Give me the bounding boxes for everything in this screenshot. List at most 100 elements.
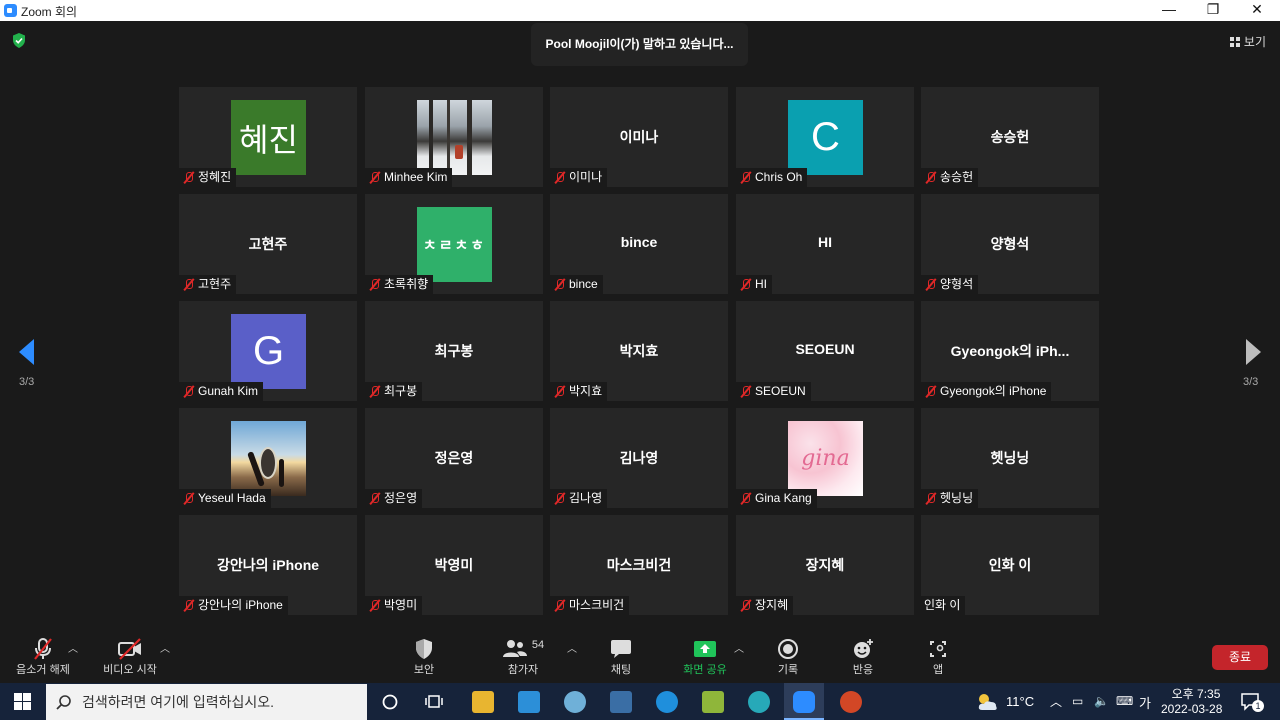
- security-button[interactable]: 보안: [404, 637, 444, 677]
- participant-name-label: 김나영: [550, 489, 608, 508]
- view-button[interactable]: 보기: [1229, 33, 1266, 50]
- participant-tile[interactable]: 마스크비건 마스크비건: [550, 515, 728, 615]
- apps-button[interactable]: 앱: [924, 637, 952, 677]
- edge-browser-icon[interactable]: [748, 691, 770, 713]
- participant-name: Gina Kang: [755, 491, 812, 505]
- windows-start-icon[interactable]: [14, 693, 31, 710]
- participant-tile[interactable]: HI HI: [736, 194, 914, 294]
- muted-mic-icon: [368, 492, 381, 505]
- participant-name-label: 강안나의 iPhone: [179, 596, 288, 615]
- video-options-caret[interactable]: ︿: [160, 640, 170, 655]
- participant-tile[interactable]: bince bince: [550, 194, 728, 294]
- tray-chevron-icon[interactable]: ︿: [1050, 693, 1062, 710]
- muted-mic-icon: [924, 492, 937, 505]
- participant-tile[interactable]: gina Gina Kang: [736, 408, 914, 508]
- ime-mode-icon[interactable]: ⌨: [1116, 694, 1133, 708]
- participant-tile[interactable]: ㅊㄹㅊㅎ 초록취향: [365, 194, 543, 294]
- chat-button[interactable]: 채팅: [602, 637, 640, 677]
- unmute-button[interactable]: 음소거 해제: [12, 637, 74, 677]
- participant-name-label: 양형석: [921, 275, 979, 294]
- participant-tile[interactable]: 송승헌 송승헌: [921, 87, 1099, 187]
- participant-tile[interactable]: G Gunah Kim: [179, 301, 357, 401]
- participant-display-name: 박지효: [619, 343, 659, 359]
- muted-mic-icon: [739, 492, 752, 505]
- zoom-taskbar-button[interactable]: [784, 683, 824, 720]
- search-placeholder: 검색하려면 여기에 입력하십시오.: [82, 694, 274, 710]
- file-explorer-icon[interactable]: [472, 691, 494, 713]
- restore-button[interactable]: ❐: [1190, 0, 1236, 21]
- participant-display-name: HI: [818, 234, 832, 250]
- network-icon[interactable]: ▭: [1072, 694, 1083, 708]
- apps-label: 앱: [932, 664, 944, 676]
- participant-tile[interactable]: SEOEUN SEOEUN: [736, 301, 914, 401]
- window-title: Zoom 회의: [21, 5, 78, 19]
- sticky-app-icon[interactable]: [702, 691, 724, 713]
- participant-tile[interactable]: 양형석 양형석: [921, 194, 1099, 294]
- participant-name: 양형석: [940, 277, 974, 291]
- share-screen-button[interactable]: 화면 공유: [678, 637, 732, 677]
- calculator-icon[interactable]: [610, 691, 632, 713]
- powerpoint-icon[interactable]: [840, 691, 862, 713]
- participant-tile[interactable]: Yeseul Hada: [179, 408, 357, 508]
- participant-tile[interactable]: 헷닝닝 헷닝닝: [921, 408, 1099, 508]
- participant-tile[interactable]: 혜진 정혜진: [179, 87, 357, 187]
- reactions-label: 반응: [852, 664, 874, 676]
- participant-name: HI: [755, 277, 767, 291]
- apps-icon: [924, 637, 952, 661]
- previous-page-arrow[interactable]: [19, 339, 34, 365]
- audio-options-caret[interactable]: ︿: [68, 640, 78, 655]
- task-view-icon[interactable]: [382, 694, 398, 710]
- record-button[interactable]: 기록: [770, 637, 806, 677]
- participant-name: 이미나: [569, 170, 603, 184]
- notification-badge: 1: [1252, 700, 1264, 712]
- ime-language-indicator[interactable]: 가: [1139, 693, 1151, 712]
- participant-display-name: 헷닝닝: [990, 450, 1030, 466]
- participant-tile[interactable]: Minhee Kim: [365, 87, 543, 187]
- muted-mic-icon: [739, 599, 752, 612]
- store-app-icon[interactable]: [518, 691, 540, 713]
- clock-time[interactable]: 오후 7:35: [1167, 685, 1225, 702]
- participant-name-label: 최구봉: [365, 382, 423, 401]
- participant-name-label: 헷닝닝: [921, 489, 979, 508]
- participant-photo: [417, 100, 492, 175]
- participant-tile[interactable]: 인화 이 인화 이: [921, 515, 1099, 615]
- participant-name-label: 초록취향: [365, 275, 434, 294]
- participant-name: 고현주: [198, 277, 232, 291]
- participant-tile[interactable]: 김나영 김나영: [550, 408, 728, 508]
- participant-tile[interactable]: 장지혜 장지혜: [736, 515, 914, 615]
- participant-tile[interactable]: 정은영 정은영: [365, 408, 543, 508]
- taskbar-search-box[interactable]: 검색하려면 여기에 입력하십시오.: [46, 684, 367, 720]
- minimize-button[interactable]: —: [1146, 0, 1192, 21]
- participant-tile[interactable]: 박지효 박지효: [550, 301, 728, 401]
- volume-icon[interactable]: 🔈: [1094, 694, 1109, 708]
- internet-explorer-icon[interactable]: [656, 691, 678, 713]
- timeline-icon[interactable]: [425, 693, 443, 710]
- muted-mic-icon: [553, 385, 566, 398]
- participant-tile[interactable]: 박영미 박영미: [365, 515, 543, 615]
- unmute-label: 음소거 해제: [16, 664, 70, 676]
- reactions-button[interactable]: 반응: [844, 637, 882, 677]
- participants-button[interactable]: 54 참가자: [498, 637, 548, 677]
- participant-tile[interactable]: 최구봉 최구봉: [365, 301, 543, 401]
- muted-mic-icon: [368, 385, 381, 398]
- snipping-tool-icon[interactable]: [564, 691, 586, 713]
- security-shield-icon[interactable]: [12, 33, 26, 48]
- participant-avatar: ㅊㄹㅊㅎ: [417, 207, 492, 282]
- end-meeting-button[interactable]: 종료: [1212, 645, 1268, 670]
- participant-tile[interactable]: 고현주 고현주: [179, 194, 357, 294]
- participant-tile[interactable]: Gyeongok의 iPh... Gyeongok의 iPhone: [921, 301, 1099, 401]
- next-page-arrow[interactable]: [1246, 339, 1261, 365]
- start-video-button[interactable]: 비디오 시작: [98, 637, 162, 677]
- muted-mic-icon: [182, 278, 195, 291]
- participant-name: 초록취향: [384, 277, 429, 291]
- participant-tile[interactable]: 강안나의 iPhone 강안나의 iPhone: [179, 515, 357, 615]
- participants-options-caret[interactable]: ︿: [567, 640, 577, 655]
- close-button[interactable]: ✕: [1234, 0, 1280, 21]
- participant-name-label: 송승헌: [921, 168, 979, 187]
- weather-partly-cloudy-icon[interactable]: [976, 692, 1000, 712]
- clock-date[interactable]: 2022-03-28: [1161, 702, 1222, 716]
- participant-tile[interactable]: C Chris Oh: [736, 87, 914, 187]
- page-indicator-left: 3/3: [19, 376, 35, 388]
- share-options-caret[interactable]: ︿: [734, 640, 744, 655]
- participant-tile[interactable]: 이미나 이미나: [550, 87, 728, 187]
